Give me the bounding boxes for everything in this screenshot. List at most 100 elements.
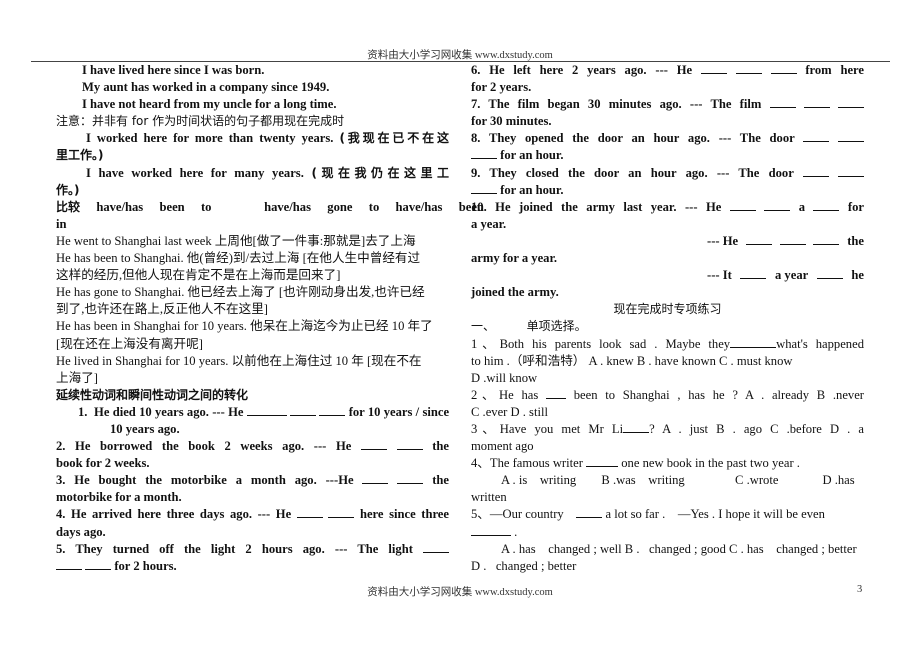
answer-blank[interactable] xyxy=(246,404,287,416)
answer-blank[interactable] xyxy=(586,455,619,468)
exercise-text: --- The light xyxy=(334,541,413,556)
answer-blank[interactable] xyxy=(56,558,82,570)
answer-blank[interactable] xyxy=(290,404,317,416)
answer-blank[interactable] xyxy=(813,233,840,245)
exercise-text: --- The film xyxy=(689,97,762,112)
note-example-cn: (我现在已不在这 xyxy=(339,131,449,146)
exercise-item: 5. They turned off the light 2 hours ago… xyxy=(56,541,450,558)
compare-sentence-cont: 上海了] xyxy=(56,370,98,385)
answer-blank[interactable] xyxy=(802,165,829,177)
answer-blank[interactable] xyxy=(397,472,424,485)
note-label: 注意：并非有 for 作为时间状语的句子都用现在完成时 xyxy=(56,113,449,130)
answer-blank[interactable] xyxy=(769,96,796,109)
exercise-cont: 10 years ago. xyxy=(110,421,180,436)
answer-blank[interactable] xyxy=(764,199,791,211)
answer-blank[interactable] xyxy=(838,130,864,143)
left-column: I have lived here since I was born. My a… xyxy=(56,62,484,575)
exercise-cont: a year. xyxy=(471,216,507,231)
exercise-text: for an hour. xyxy=(500,182,564,197)
answer-blank[interactable] xyxy=(729,199,756,211)
note-example-en: I have worked here for many years. xyxy=(86,165,304,180)
section-number: 一、 xyxy=(471,319,496,334)
example-sentence: I have lived here since I was born. xyxy=(82,63,265,77)
question-text: 1、Both his parents look sad . Maybe they xyxy=(471,336,731,351)
exercise-text: --- It xyxy=(707,268,732,283)
answer-blank[interactable] xyxy=(576,506,603,519)
answer-blank[interactable] xyxy=(816,267,843,280)
exercise-text: 4. He arrived here three days ago. --- H… xyxy=(56,507,292,522)
note-example-2: I have worked here for many years. (现在我仍… xyxy=(56,165,449,182)
exercise-text: --- The door xyxy=(718,131,795,146)
exercise-text: 10. He joined the army last year. xyxy=(471,199,677,214)
note-example-en: I worked here for more than twenty years… xyxy=(86,131,334,146)
exercise-text: a year xyxy=(774,268,809,283)
compare-label: 比较 xyxy=(56,199,81,214)
answer-blank[interactable] xyxy=(362,472,389,485)
exercise-cont: book for 2 weeks. xyxy=(56,456,150,471)
exercise-text: He died 10 years ago. --- He xyxy=(94,404,244,419)
answer-blank[interactable] xyxy=(623,421,650,433)
note-example-cn-cont: 里工作。) xyxy=(56,148,104,163)
page-header: 资料由大小学习网收集 www.dxstudy.com xyxy=(367,50,553,61)
question-item: 3、Have you met Mr Li ? A . just B . ago C… xyxy=(471,421,864,438)
section-subtitle: 一、 单项选择。 xyxy=(471,318,864,335)
answer-blank[interactable] xyxy=(296,506,323,519)
exercise-text: --- He xyxy=(313,439,352,454)
answer-blank[interactable] xyxy=(838,96,864,109)
compare-item: to xyxy=(200,199,212,214)
question-text: one new book in the past two year . xyxy=(621,456,800,471)
answer-blank[interactable] xyxy=(813,199,840,211)
conversion-title: 延续性动词和瞬间性动词之间的转化 xyxy=(56,387,249,402)
exercise-cont: for an hour. xyxy=(471,147,864,164)
answer-blank[interactable] xyxy=(779,233,806,245)
answer-blank[interactable] xyxy=(745,233,772,245)
exercise-cont: joined the army. xyxy=(471,285,559,300)
question-options: written xyxy=(471,490,507,505)
question-options: A . has changed ; well B . changed ; goo… xyxy=(501,541,857,556)
answer-blank[interactable] xyxy=(319,404,346,416)
compare-sentence: He went to Shanghai last week 上周他[做了一件事:… xyxy=(56,233,416,248)
answer-blank[interactable] xyxy=(735,62,762,74)
exercise-text: 5. They turned off the light 2 hours ago… xyxy=(56,541,325,556)
exercise-text: 2. He borrowed the book 2 weeks ago. xyxy=(56,439,305,454)
answer-blank[interactable] xyxy=(803,130,830,143)
example-sentence: My aunt has worked in a company since 19… xyxy=(82,80,330,95)
answer-blank[interactable] xyxy=(360,438,387,451)
answer-blank[interactable] xyxy=(730,336,777,348)
compare-line: 比较 have/has been to have/has gone to hav… xyxy=(56,199,484,216)
exercise-text: the xyxy=(847,233,864,248)
answer-blank[interactable] xyxy=(838,165,865,177)
answer-blank[interactable] xyxy=(328,506,355,519)
question-options: C .ever D . still xyxy=(471,404,548,419)
answer-blank[interactable] xyxy=(423,541,450,553)
compare-item: have/has xyxy=(395,199,443,214)
exercise-cont: for 2 hours. xyxy=(56,558,449,575)
answer-blank[interactable] xyxy=(85,558,112,570)
answer-blank[interactable] xyxy=(471,182,497,194)
question-item: 1、Both his parents look sad . Maybe they… xyxy=(471,336,864,353)
answer-blank[interactable] xyxy=(545,387,566,399)
exercise-text: --- He xyxy=(707,233,739,248)
answer-blank[interactable] xyxy=(700,62,727,74)
exercise-text: 9. They closed the door an hour ago. xyxy=(471,165,708,180)
answer-blank[interactable] xyxy=(471,524,511,536)
exercise-text: 8. They opened the door an hour ago. xyxy=(471,131,710,146)
compare-sentence: He has gone to Shanghai. 他已经去上海了 [也许刚动身出… xyxy=(56,285,425,300)
answer-blank[interactable] xyxy=(740,267,767,280)
compare-item: have/has xyxy=(264,199,311,214)
right-column: 6. He left here 2 years ago. --- He from… xyxy=(471,62,865,575)
answer-blank[interactable] xyxy=(471,147,497,160)
answer-blank[interactable] xyxy=(803,96,830,109)
answer-blank[interactable] xyxy=(396,438,423,451)
compare-item: been xyxy=(159,199,185,214)
exercise-text: for xyxy=(847,199,865,214)
exercise-text: --- The door xyxy=(716,165,794,180)
question-text: a lot so far . —Yes . I hope it will be … xyxy=(605,507,825,522)
answer-blank[interactable] xyxy=(770,62,797,74)
exercise-item: 9. They closed the door an hour ago. ---… xyxy=(471,165,865,182)
exercise-text: for an hour. xyxy=(500,148,564,163)
compare-sentence: He has been to Shanghai. 他(曾经)到/去过上海 [在他… xyxy=(56,251,421,266)
compare-sentence-cont: 这样的经历,但他人现在肯定不是在上海而是回来了] xyxy=(56,268,341,283)
question-options: to him .（呼和浩特） A . knew B . have known C… xyxy=(471,353,793,368)
